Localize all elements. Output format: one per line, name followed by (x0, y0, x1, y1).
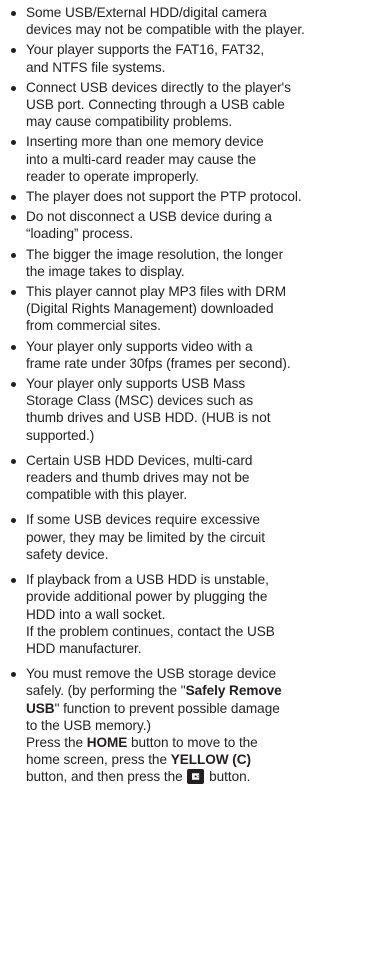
note-line: Storage Class (MSC) devices such as (26, 393, 254, 409)
note-line: If some USB devices require excessive (26, 512, 260, 528)
note-line: You must remove the USB storage device (26, 666, 276, 682)
note-line: “loading” process. (26, 226, 134, 242)
note-line: Press the HOME button to move to the (26, 734, 258, 750)
note-item: Inserting more than one memory device int… (8, 133, 361, 185)
note-line: HDD manufacturer. (26, 640, 142, 656)
note-line: This player cannot play MP3 files with D… (26, 284, 287, 300)
note-line: from commercial sites. (26, 318, 161, 334)
note-line: home screen, press the YELLOW (C) (26, 752, 251, 768)
note-line: safety device. (26, 546, 109, 562)
note-line: Your player supports the FAT16, FAT32, (26, 42, 265, 58)
usb-notes-list: Some USB/External HDD/digital camera devi… (8, 4, 361, 786)
note-line: power, they may be limited by the circui… (26, 529, 265, 545)
note-line: If playback from a USB HDD is unstable, (26, 572, 269, 588)
note-line: Your player only supports video with a (26, 338, 253, 354)
note-line: the image takes to display. (26, 263, 185, 279)
note-line: button, and then press the button. (26, 769, 251, 785)
note-line: HDD into a wall socket. (26, 606, 166, 622)
note-line: Some USB/External HDD/digital camera (26, 5, 267, 20)
note-line: frame rate under 30fps (frames per secon… (26, 355, 291, 371)
note-line: may cause compatibility problems. (26, 114, 233, 130)
safely-remove-label: Safely Remove (185, 683, 282, 699)
note-line: compatible with this player. (26, 487, 188, 503)
note-line: readers and thumb drives may not be (26, 470, 250, 486)
note-item: If some USB devices require excessive pow… (8, 511, 361, 563)
note-item: The bigger the image resolution, the lon… (8, 246, 361, 280)
note-item: Do not disconnect a USB device during a “… (8, 208, 361, 242)
note-line: USB port. Connecting through a USB cable (26, 97, 285, 113)
usb-notes-page: Some USB/External HDD/digital camera devi… (0, 0, 367, 954)
note-item: Connect USB devices directly to the play… (8, 79, 361, 131)
note-item: If playback from a USB HDD is unstable, p… (8, 571, 361, 657)
note-line: The player does not support the PTP prot… (26, 189, 302, 205)
note-item: Your player only supports video with a fr… (8, 338, 361, 372)
note-item: Some USB/External HDD/digital camera devi… (8, 4, 361, 38)
note-line: reader to operate improperly. (26, 168, 199, 184)
eject-icon (187, 769, 205, 785)
usb-label: USB (26, 700, 55, 716)
note-line: Connect USB devices directly to the play… (26, 79, 291, 95)
note-line: (Digital Rights Management) downloaded (26, 301, 274, 317)
note-line: thumb drives and USB HDD. (HUB is not (26, 410, 271, 426)
note-line: Do not disconnect a USB device during a (26, 209, 272, 225)
note-line: supported.) (26, 427, 95, 443)
note-line: Inserting more than one memory device (26, 134, 264, 150)
note-line: to the USB memory.) (26, 717, 151, 733)
note-line: safely. (by performing the "Safely Remov… (26, 683, 282, 699)
yellow-button-label: YELLOW (C) (170, 752, 251, 768)
note-item: Certain USB HDD Devices, multi-card reade… (8, 452, 361, 504)
note-line: Certain USB HDD Devices, multi-card (26, 452, 253, 468)
note-item-safely-remove: You must remove the USB storage device sa… (8, 665, 361, 785)
note-line: provide additional power by plugging the (26, 589, 268, 605)
note-item: Your player only supports USB Mass Storag… (8, 375, 361, 444)
note-line: into a multi-card reader may cause the (26, 151, 257, 167)
note-item: The player does not support the PTP prot… (8, 188, 361, 205)
note-line: USB" function to prevent possible damage (26, 700, 280, 716)
note-item: Your player supports the FAT16, FAT32, an… (8, 41, 361, 75)
note-line: Your player only supports USB Mass (26, 376, 246, 392)
note-line: The bigger the image resolution, the lon… (26, 246, 284, 262)
note-line: If the problem continues, contact the US… (26, 623, 275, 639)
home-button-label: HOME (86, 734, 128, 750)
note-line: and NTFS file systems. (26, 59, 166, 75)
note-item: This player cannot play MP3 files with D… (8, 283, 361, 335)
note-line: devices may not be compatible with the p… (26, 22, 305, 38)
